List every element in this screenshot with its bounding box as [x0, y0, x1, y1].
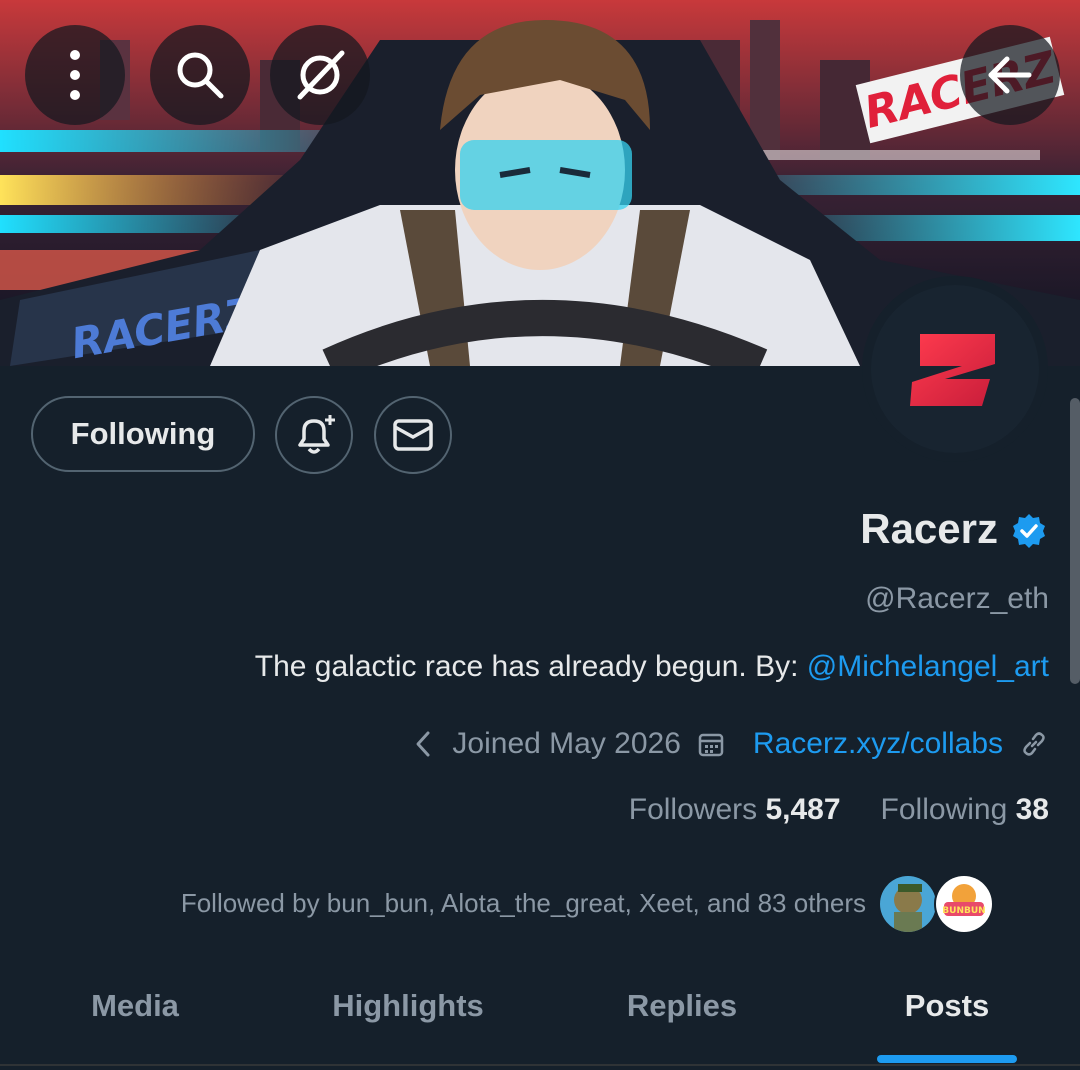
- following-button-label: Following: [70, 416, 216, 451]
- link-icon: [1023, 732, 1045, 756]
- followers-label: Followers: [628, 793, 758, 826]
- joined-date: Joined May 2026: [452, 727, 681, 760]
- scrollbar[interactable]: [1070, 398, 1080, 684]
- calendar-icon: [698, 733, 724, 757]
- more-vertical-icon: [70, 50, 80, 100]
- followers-stat[interactable]: Followers 5,487: [629, 793, 841, 827]
- bell-plus-icon: [298, 415, 335, 454]
- profile-handle: @Racerz_eth: [865, 582, 1049, 615]
- message-button[interactable]: [374, 396, 452, 474]
- active-tab-indicator: [877, 1055, 1017, 1063]
- tab-media[interactable]: Media: [91, 988, 179, 1024]
- mini-avatar-text: BUNBUN: [942, 906, 985, 916]
- profile-avatar[interactable]: [862, 276, 1048, 462]
- followed-by-text[interactable]: Followed by bun_bun, Alota_the_great, Xe…: [181, 888, 866, 919]
- tabs-divider: [0, 1064, 1080, 1066]
- search-button[interactable]: [150, 25, 250, 125]
- mail-icon: [393, 419, 433, 451]
- more-button[interactable]: [25, 25, 125, 125]
- profile-bio: The galactic race has already begun. By:…: [255, 650, 1049, 684]
- chevron-left-icon[interactable]: [412, 729, 434, 759]
- website-link[interactable]: Racerz.xyz/collabs: [753, 727, 1003, 761]
- bio-text: The galactic race has already begun. By:: [254, 650, 807, 683]
- grok-icon: [297, 50, 345, 100]
- grok-button[interactable]: [270, 25, 370, 125]
- following-label: Following: [880, 793, 1008, 826]
- tab-replies[interactable]: Replies: [627, 988, 737, 1024]
- search-icon: [177, 52, 224, 99]
- back-arrow-icon: [988, 56, 1032, 94]
- profile-tabs: Media Highlights Replies Posts: [0, 960, 1080, 1064]
- follower-avatar-2[interactable]: BUNBUN: [934, 874, 994, 934]
- following-button[interactable]: Following: [31, 396, 255, 472]
- tab-highlights[interactable]: Highlights: [332, 988, 484, 1024]
- notifications-button[interactable]: [275, 396, 353, 474]
- follower-avatar-1[interactable]: [878, 874, 938, 934]
- bio-mention-link[interactable]: @Michelangel_art: [807, 650, 1049, 683]
- verified-badge-icon[interactable]: [1010, 512, 1048, 550]
- following-count: 38: [1015, 793, 1049, 826]
- tab-posts[interactable]: Posts: [905, 988, 989, 1024]
- followers-count: 5,487: [765, 793, 841, 826]
- following-stat[interactable]: Following 38: [881, 793, 1049, 827]
- profile-meta: Joined May 2026 Racerz.xyz/collabs: [412, 722, 1049, 766]
- back-button[interactable]: [960, 25, 1060, 125]
- profile-name: Racerz: [860, 505, 998, 552]
- profile-stats: Followers 5,487 Following 38: [629, 793, 1049, 827]
- racerz-logo-icon: [910, 334, 995, 406]
